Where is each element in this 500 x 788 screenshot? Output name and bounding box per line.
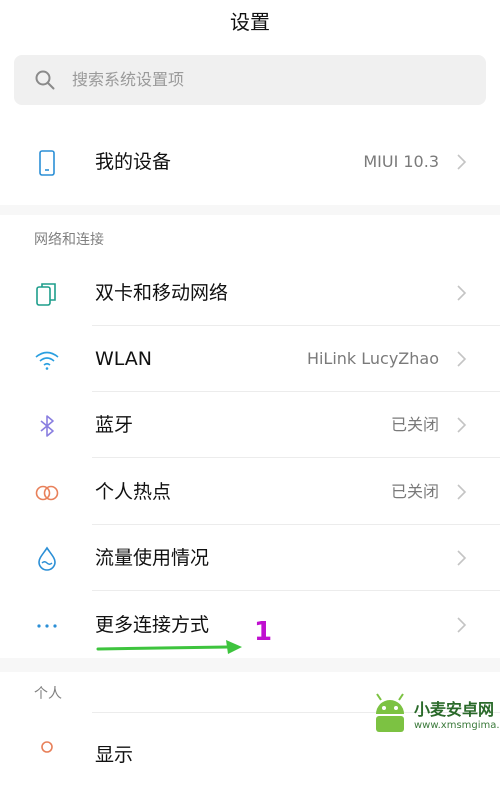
section-label-network: 网络和连接 [34, 232, 104, 248]
page-title: 设置 [230, 10, 270, 34]
row-value: 已关闭 [390, 415, 439, 434]
data-drop-icon [38, 546, 56, 571]
settings-row-wlan[interactable]: WLAN HiLink LucyZhao [0, 326, 500, 392]
settings-row-more-connections[interactable]: 更多连接方式 [0, 592, 500, 658]
android-logo-icon [376, 693, 404, 732]
row-label: 蓝牙 [95, 414, 134, 436]
chevron-right-icon [457, 285, 467, 301]
chevron-right-icon [457, 154, 467, 170]
row-value: MIUI 10.3 [363, 152, 439, 171]
chevron-right-icon [457, 617, 467, 633]
row-divider [92, 590, 500, 591]
row-value: 已关闭 [390, 482, 439, 501]
display-icon [41, 741, 53, 753]
row-label: 我的设备 [95, 151, 172, 173]
search-placeholder: 搜索系统设置项 [72, 70, 185, 89]
watermark: 小麦安卓网 www.xmsmgima.com [370, 690, 500, 741]
settings-row-sim-mobile-network[interactable]: 双卡和移动网络 [0, 260, 500, 326]
section-separator [0, 205, 500, 215]
more-dots-icon [37, 624, 57, 628]
search-bar[interactable]: 搜索系统设置项 [14, 55, 486, 105]
chevron-right-icon [457, 417, 467, 433]
search-icon [35, 70, 55, 90]
settings-row-bluetooth[interactable]: 蓝牙 已关闭 [0, 392, 500, 458]
chevron-right-icon [457, 550, 467, 566]
watermark-text: 小麦安卓网 [414, 700, 495, 719]
sim-card-icon [36, 283, 56, 306]
watermark-url: www.xmsmgima.com [414, 720, 500, 731]
settings-row-data-usage[interactable]: 流量使用情况 [0, 525, 500, 591]
settings-row-hotspot[interactable]: 个人热点 已关闭 [0, 459, 500, 525]
chevron-right-icon [457, 351, 467, 367]
wifi-icon [35, 351, 59, 370]
section-label-personal: 个人 [34, 686, 62, 702]
settings-row-my-device[interactable]: 我的设备 MIUI 10.3 [0, 129, 500, 195]
row-divider [92, 457, 500, 458]
annotation-number: 1 [254, 617, 273, 647]
chevron-right-icon [457, 484, 467, 500]
row-label: 双卡和移动网络 [95, 282, 229, 304]
phone-icon [39, 150, 55, 176]
hotspot-icon [35, 485, 59, 501]
row-label: 流量使用情况 [95, 547, 210, 569]
section-separator [0, 658, 500, 672]
row-label: WLAN [95, 348, 153, 370]
row-label: 个人热点 [95, 481, 172, 503]
row-label: 显示 [95, 744, 134, 766]
row-value: HiLink LucyZhao [306, 349, 439, 368]
annotation-arrow [96, 640, 242, 654]
bluetooth-icon [40, 415, 54, 437]
